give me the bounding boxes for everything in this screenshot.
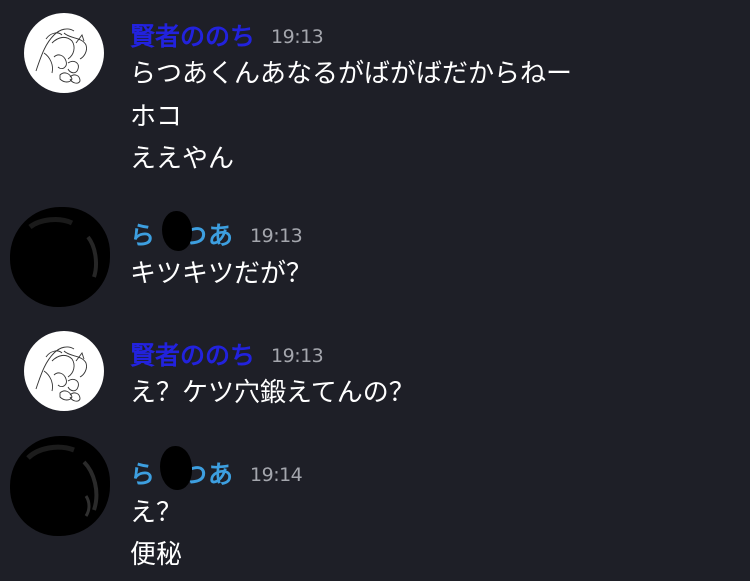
timestamp: 19:13 xyxy=(250,225,303,247)
message-text: らつあくんあなるがばがばだからねー xyxy=(130,59,573,89)
dark-avatar-icon xyxy=(26,444,99,517)
message-header: ら つあ 19:13 xyxy=(130,221,303,251)
redaction-mark xyxy=(160,446,192,490)
message-text: え？ケツ穴鍛えてんの？ xyxy=(130,378,415,408)
user-avatar[interactable] xyxy=(24,331,104,411)
timestamp: 19:13 xyxy=(271,345,324,367)
redaction-mark xyxy=(162,211,192,251)
message-text: 便秘 xyxy=(130,540,183,570)
user-avatar[interactable] xyxy=(10,436,110,536)
message-text: ええやん xyxy=(130,144,235,174)
sketch-avatar-icon xyxy=(35,346,87,402)
user-avatar[interactable] xyxy=(10,207,110,307)
message-text: ホコ xyxy=(130,102,183,132)
timestamp: 19:13 xyxy=(271,26,324,48)
message-text: え？ xyxy=(130,498,183,528)
message-header: ら つあ 19:14 xyxy=(130,460,303,490)
user-avatar[interactable] xyxy=(24,13,104,93)
username[interactable]: 賢者ののち xyxy=(130,341,255,371)
username[interactable]: 賢者ののち xyxy=(130,22,255,52)
timestamp: 19:14 xyxy=(250,464,303,486)
sketch-avatar-icon xyxy=(35,28,87,84)
message-header: 賢者ののち 19:13 xyxy=(130,22,324,52)
dark-avatar-icon xyxy=(28,217,98,278)
message-text: キツキツだが？ xyxy=(130,259,313,289)
message-header: 賢者ののち 19:13 xyxy=(130,341,324,371)
